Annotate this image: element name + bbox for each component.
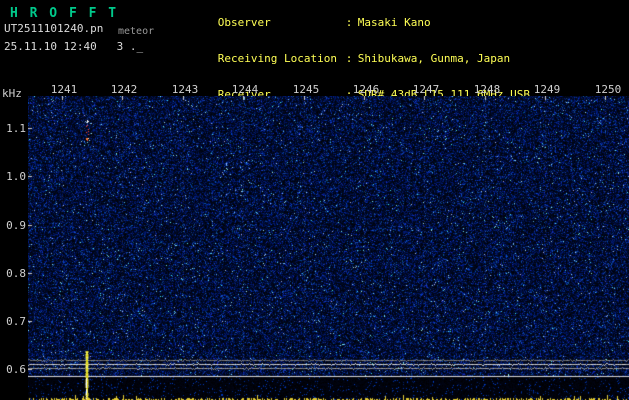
- time-tick-label: 1248: [473, 83, 501, 96]
- datetime-counter: 25.11.10 12:40 3 ._: [4, 40, 144, 53]
- time-tick-label: 1244: [231, 83, 259, 96]
- time-tick-label: 1249: [533, 83, 561, 96]
- hrofft-screen: H R O F F T UT2511101240.pn meteor 25.11…: [0, 0, 629, 400]
- info-row-location: Receiving Location: Shibukawa, Gunma, Jap…: [178, 41, 563, 77]
- info-colon: :: [345, 52, 353, 65]
- time-tick-label: 1241: [50, 83, 78, 96]
- time-tick-label: 1247: [412, 83, 440, 96]
- freq-tick-label: 1.1: [6, 122, 26, 135]
- freq-tick-label: 0.8: [6, 267, 26, 280]
- spectrogram-canvas: [28, 96, 629, 400]
- info-label: Receiving Location: [217, 52, 337, 65]
- info-colon: :: [345, 16, 353, 29]
- output-filename: UT2511101240.pn: [4, 22, 104, 35]
- time-tick-label: 1243: [171, 83, 199, 96]
- time-tick-label: 1250: [594, 83, 622, 96]
- time-tick-label: 1245: [292, 83, 320, 96]
- station-tag: meteor: [118, 26, 155, 37]
- freq-tick-label: 0.6: [6, 363, 26, 376]
- freq-tick-label: 0.9: [6, 219, 26, 232]
- freq-tick-label: 0.7: [6, 315, 26, 328]
- info-value: Masaki Kano: [357, 16, 431, 29]
- time-tick-label: 1246: [352, 83, 380, 96]
- freq-tick-label: 1.0: [6, 170, 26, 183]
- info-value: Shibukawa, Gunma, Japan: [357, 52, 511, 65]
- info-row-observer: Observer: Masaki Kano: [178, 5, 563, 41]
- freq-axis-unit: kHz: [2, 87, 22, 100]
- app-logo: H R O F F T: [10, 6, 119, 21]
- info-label: Observer: [217, 16, 271, 29]
- time-tick-label: 1242: [110, 83, 138, 96]
